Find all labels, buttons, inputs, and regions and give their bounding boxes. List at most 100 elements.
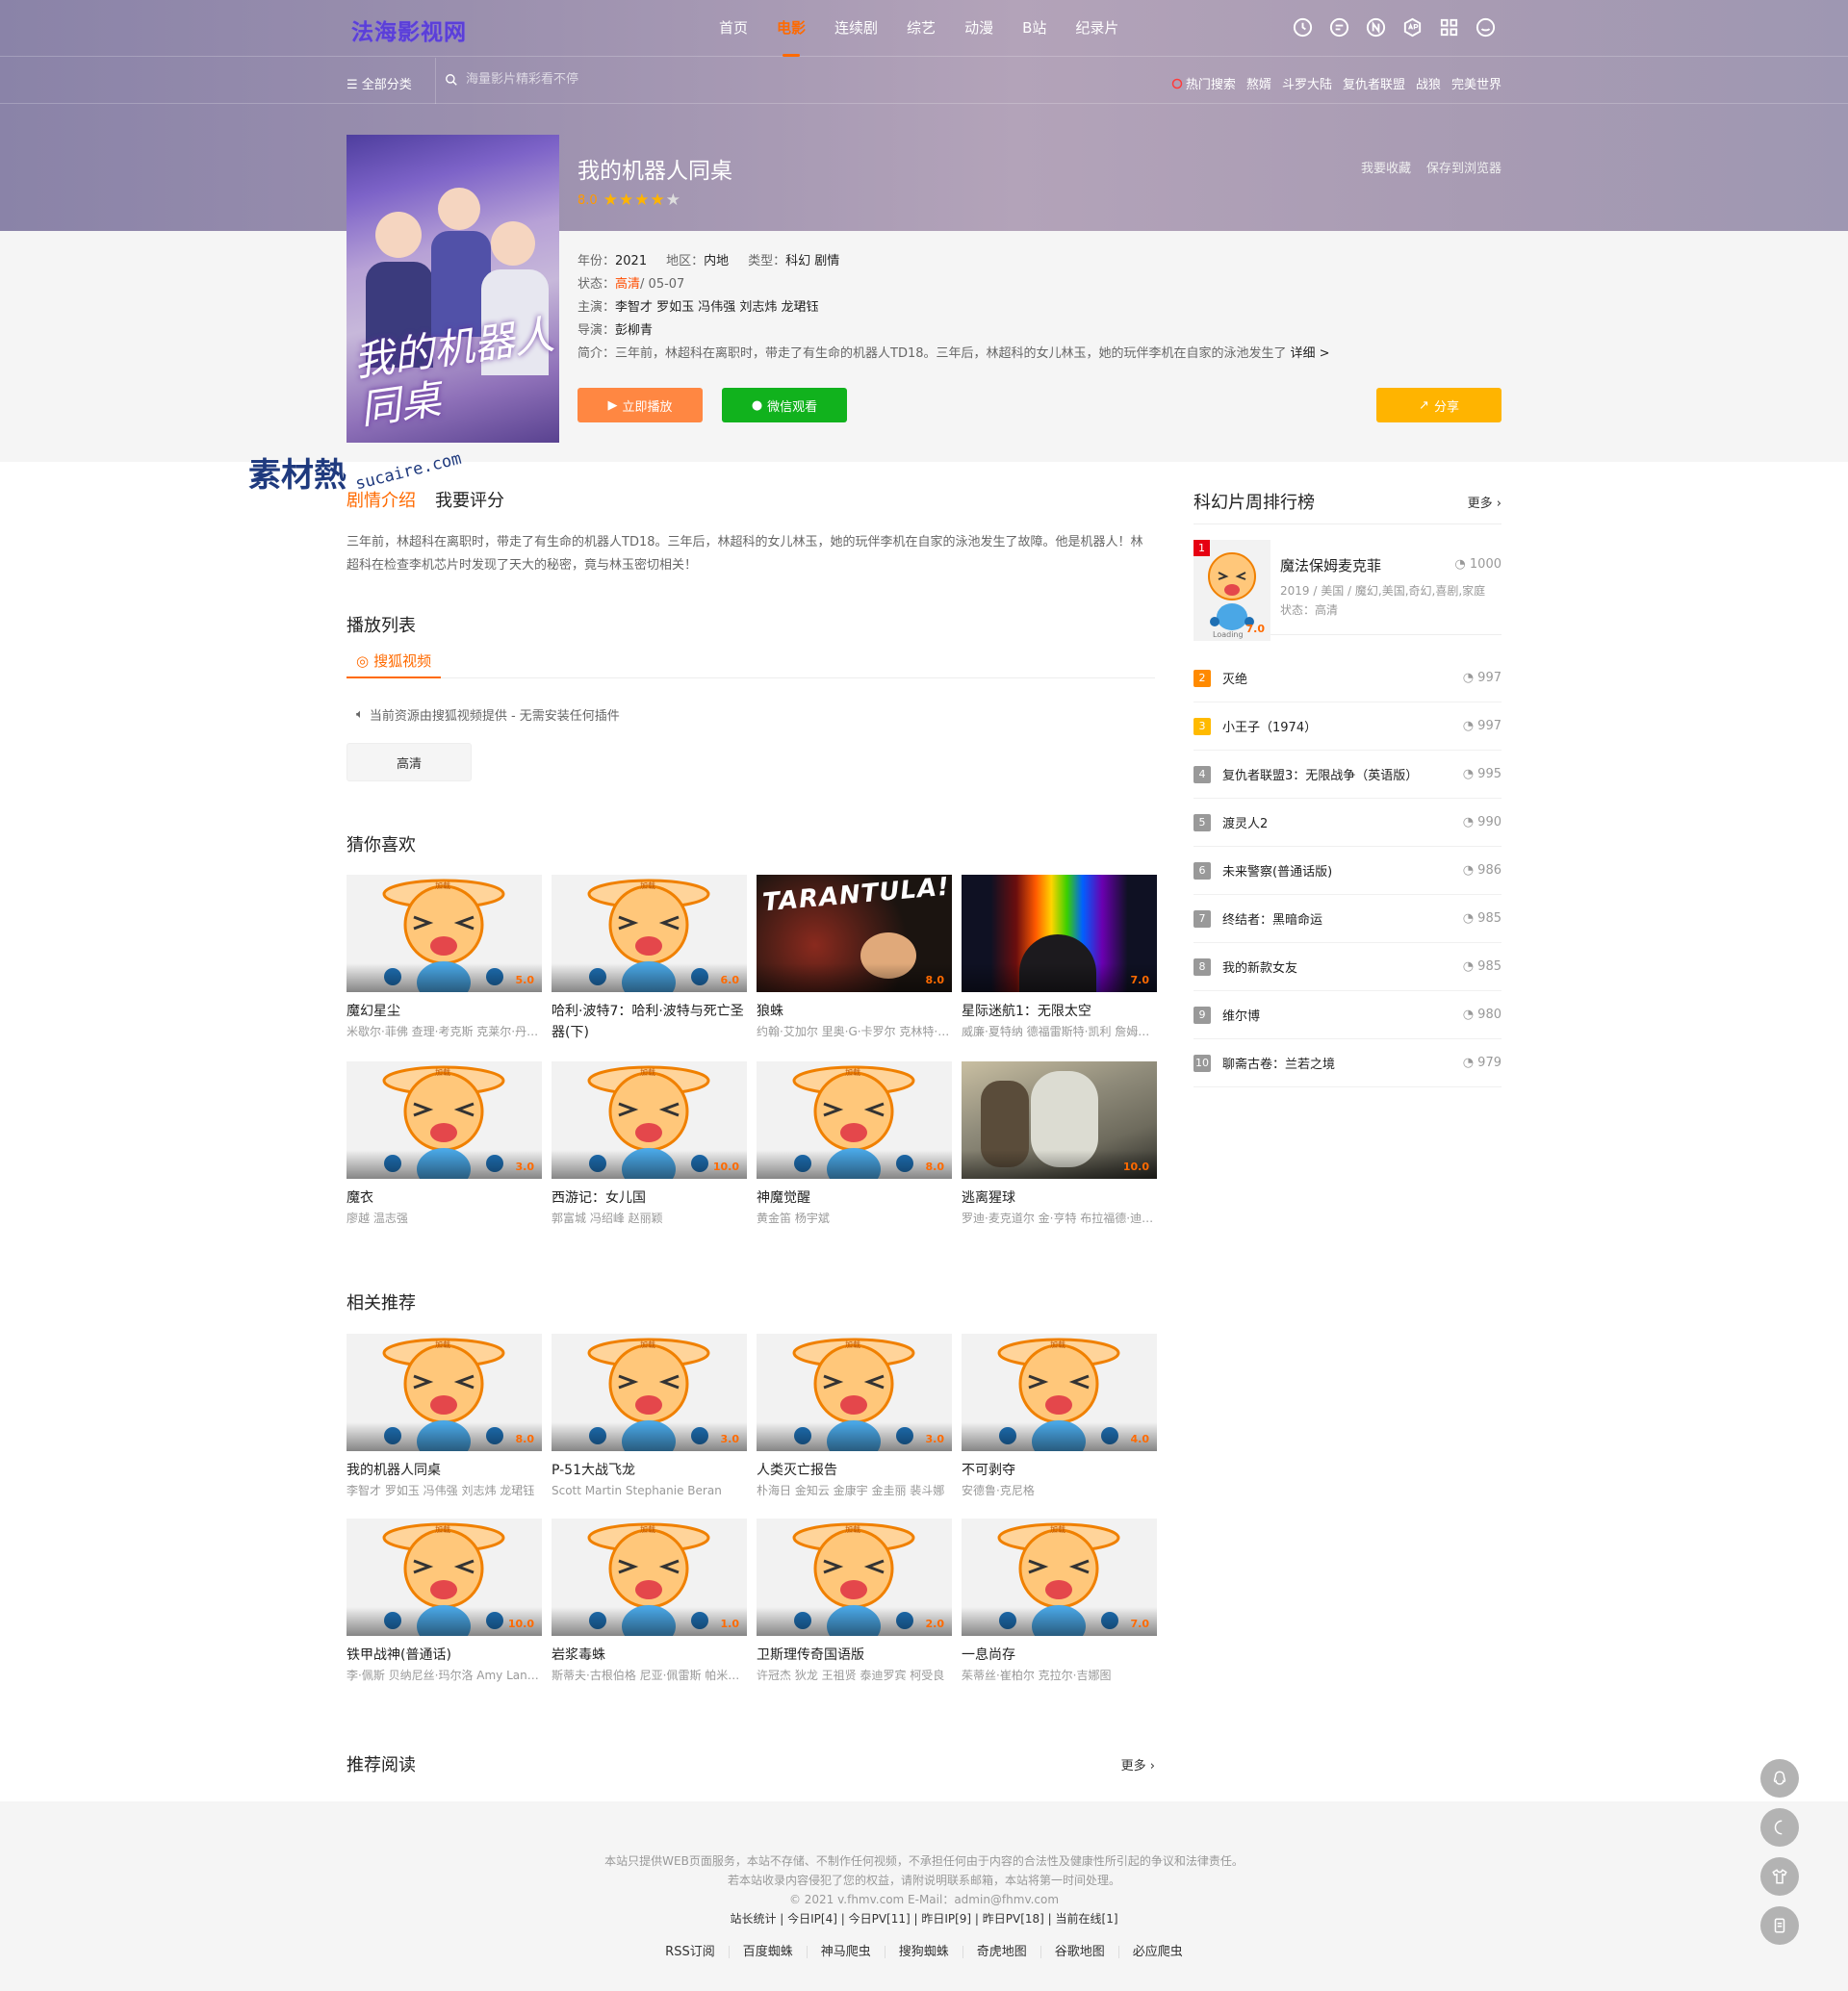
ranking-item[interactable]: 4 复仇者联盟3：无限战争（英语版） ◔ 995 [1194,751,1502,799]
card-title[interactable]: 西游记：女儿国 [552,1187,747,1209]
movie-card[interactable]: 加载 3.0 人类灭亡报告 朴海日 金知云 金康宇 金圭丽 裴斗娜 [757,1334,952,1500]
play-button[interactable]: ▶ 立即播放 [578,388,703,422]
movie-card[interactable]: 加载 10.0 铁甲战神(普通话) 李·佩斯 贝纳尼丝·玛尔洛 Amy Landeck… [346,1519,542,1685]
movie-card[interactable]: 加载 7.0 一息尚存 茱蒂丝·崔柏尔 克拉尔·吉娜图 [962,1519,1157,1685]
hot-search-item[interactable]: 完美世界 [1451,74,1502,92]
movie-card[interactable]: 7.0 星际迷航1：无限太空 威廉·夏特纳 德福雷斯特·凯利 詹姆斯·杜汉 [962,875,1157,1043]
n-circle-icon[interactable] [1365,16,1387,38]
hot-search-item[interactable]: 复仇者联盟 [1343,74,1405,92]
ranking-item[interactable]: 9 维尔博 ◔ 980 [1194,991,1502,1039]
movie-card[interactable]: 加载 6.0 哈利·波特7：哈利·波特与死亡圣器(下) [552,875,747,1043]
ranking-more-link[interactable]: 更多 › [1468,493,1502,511]
movie-card[interactable]: 加载 5.0 魔幻星尘 米歇尔·菲佛 查理·考克斯 克莱尔·丹尼斯 [346,875,542,1043]
card-thumb[interactable]: TARANTULA! 8.0 [757,875,952,992]
share-button[interactable]: ↗ 分享 [1376,388,1502,422]
ranking-item[interactable]: 8 我的新款女友 ◔ 985 [1194,943,1502,991]
ranking-item-name[interactable]: 渡灵人2 [1222,813,1268,831]
tab-intro[interactable]: 剧情介绍 [346,487,416,512]
theme-button[interactable] [1760,1857,1799,1896]
card-thumb[interactable]: 加载 5.0 [346,875,542,992]
card-title[interactable]: 哈利·波特7：哈利·波特与死亡圣器(下) [552,1001,747,1043]
ranking-item-name[interactable]: 终结者：黑暗命运 [1222,909,1322,928]
source-tab-sohu[interactable]: ◎ 搜狐视频 [346,645,442,678]
card-title[interactable]: 星际迷航1：无限太空 [962,1001,1157,1022]
card-title[interactable]: 铁甲战神(普通话) [346,1645,542,1666]
card-thumb[interactable]: 加载 8.0 [346,1334,542,1451]
card-thumb[interactable]: 10.0 [962,1061,1157,1179]
card-thumb[interactable]: 加载 6.0 [552,875,747,992]
footer-link[interactable]: 神马爬虫 [806,1946,885,1958]
hot-search-item[interactable]: 斗罗大陆 [1282,74,1332,92]
ranking-item-name[interactable]: 灭绝 [1222,669,1247,687]
nav-item[interactable]: 电影 [762,0,820,57]
card-title[interactable]: 岩浆毒蛛 [552,1645,747,1666]
footer-link[interactable]: 谷歌地图 [1040,1946,1118,1958]
ranking-item-name[interactable]: 未来警察(普通话版) [1222,861,1332,880]
card-thumb[interactable]: 加载 4.0 [962,1334,1157,1451]
ranking-item-name[interactable]: 复仇者联盟3：无限战争（英语版） [1222,765,1418,783]
ranking-item[interactable]: 2 灭绝 ◔ 997 [1194,654,1502,702]
note-button[interactable] [1760,1906,1799,1945]
favorite-link[interactable]: 我要收藏 [1361,158,1411,176]
save-browser-link[interactable]: 保存到浏览器 [1426,158,1502,176]
card-title[interactable]: 不可剥夺 [962,1460,1157,1481]
footer-link[interactable]: 百度蜘蛛 [728,1946,807,1958]
region-value[interactable]: 内地 [704,250,729,273]
card-title[interactable]: 魔幻星尘 [346,1001,542,1022]
search-icon[interactable] [445,73,458,87]
ranking-item[interactable]: 3 小王子（1974） ◔ 997 [1194,702,1502,751]
ranking-item[interactable]: 7 终结者：黑暗命运 ◔ 985 [1194,895,1502,943]
movie-card[interactable]: 加载 3.0 P-51大战飞龙 Scott Martin Stephanie Bera… [552,1334,747,1500]
all-categories-button[interactable]: ☰ 全部分类 [346,74,412,92]
card-thumb[interactable]: 加载 10.0 [552,1061,747,1179]
ranking-top-name[interactable]: 魔法保姆麦克菲 [1280,555,1381,575]
card-title[interactable]: 我的机器人同桌 [346,1460,542,1481]
search-input[interactable] [466,72,716,87]
card-thumb[interactable]: 加载 8.0 [757,1061,952,1179]
card-title[interactable]: P-51大战飞龙 [552,1460,747,1481]
movie-card[interactable]: 加载 8.0 我的机器人同桌 李智才 罗如玉 冯伟强 刘志炜 龙珺钰 [346,1334,542,1500]
nav-item[interactable]: 综艺 [892,0,950,57]
site-logo[interactable]: 法海影视网 [351,13,467,46]
card-thumb[interactable]: 加载 3.0 [552,1334,747,1451]
movie-card[interactable]: 加载 3.0 魔衣 廖越 温志强 [346,1061,542,1228]
qq-button[interactable] [1760,1759,1799,1798]
smile-icon[interactable] [1475,16,1497,38]
nav-item[interactable]: 首页 [705,0,762,57]
card-title[interactable]: 逃离猩球 [962,1187,1157,1209]
type-value[interactable]: 科幻 剧情 [785,250,839,273]
ranking-item-name[interactable]: 聊斋古卷：兰若之境 [1222,1054,1335,1072]
card-thumb[interactable]: 加载 3.0 [757,1334,952,1451]
nav-item[interactable]: 动漫 [950,0,1008,57]
movie-card[interactable]: 加载 8.0 神魔觉醒 黄金笛 杨宇斌 [757,1061,952,1228]
card-thumb[interactable]: 加载 10.0 [346,1519,542,1636]
ranking-item-name[interactable]: 我的新款女友 [1222,957,1297,976]
nav-item[interactable]: B站 [1008,0,1061,57]
ranking-item-name[interactable]: 维尔博 [1222,1006,1260,1024]
detail-link[interactable]: 详细 > [1291,343,1330,366]
cast-value[interactable]: 李智才 罗如玉 冯伟强 刘志炜 龙珺钰 [615,296,819,319]
footer-link[interactable]: 搜狗蜘蛛 [884,1946,962,1958]
ranking-item[interactable]: 10 聊斋古卷：兰若之境 ◔ 979 [1194,1039,1502,1087]
card-thumb[interactable]: 加载 2.0 [757,1519,952,1636]
card-thumb[interactable]: 加载 3.0 [346,1061,542,1179]
card-title[interactable]: 卫斯理传奇国语版 [757,1645,952,1666]
message-icon[interactable] [1328,16,1350,38]
ranking-item-name[interactable]: 小王子（1974） [1222,717,1317,735]
grid-icon[interactable] [1438,16,1460,38]
ranking-item[interactable]: 5 渡灵人2 ◔ 990 [1194,799,1502,847]
footer-link[interactable]: 必应爬虫 [1117,1946,1196,1958]
card-thumb[interactable]: 7.0 [962,875,1157,992]
director-value[interactable]: 彭柳青 [615,319,653,343]
ranking-top-item[interactable]: Loading 7.0 1 魔法保姆麦克菲 ◔ 1000 2019 / 美国 / … [1194,523,1502,641]
ranking-item[interactable]: 6 未来警察(普通话版) ◔ 986 [1194,847,1502,895]
movie-card[interactable]: 加载 1.0 岩浆毒蛛斯蒂夫·古根伯格 尼亚·佩雷斯 帕米拉·戴维斯 [552,1519,747,1685]
movie-card[interactable]: TARANTULA! 8.0 狼蛛约翰·艾加尔 里奥·G·卡罗尔 克林特·伊斯特伍德 [757,875,952,1043]
tab-rate[interactable]: 我要评分 [435,487,504,512]
movie-card[interactable]: 加载 4.0 不可剥夺 安德鲁·克尼格 [962,1334,1157,1500]
episode-button[interactable]: 高清 [346,743,472,781]
footer-link[interactable]: RSS订阅 [652,1946,729,1958]
movie-card[interactable]: 加载 2.0 卫斯理传奇国语版 许冠杰 狄龙 王祖贤 泰迪罗宾 柯受良 [757,1519,952,1685]
movie-card[interactable]: 加载 10.0 西游记：女儿国 郭富城 冯绍峰 赵丽颖 [552,1061,747,1228]
card-title[interactable]: 魔衣 [346,1187,542,1209]
